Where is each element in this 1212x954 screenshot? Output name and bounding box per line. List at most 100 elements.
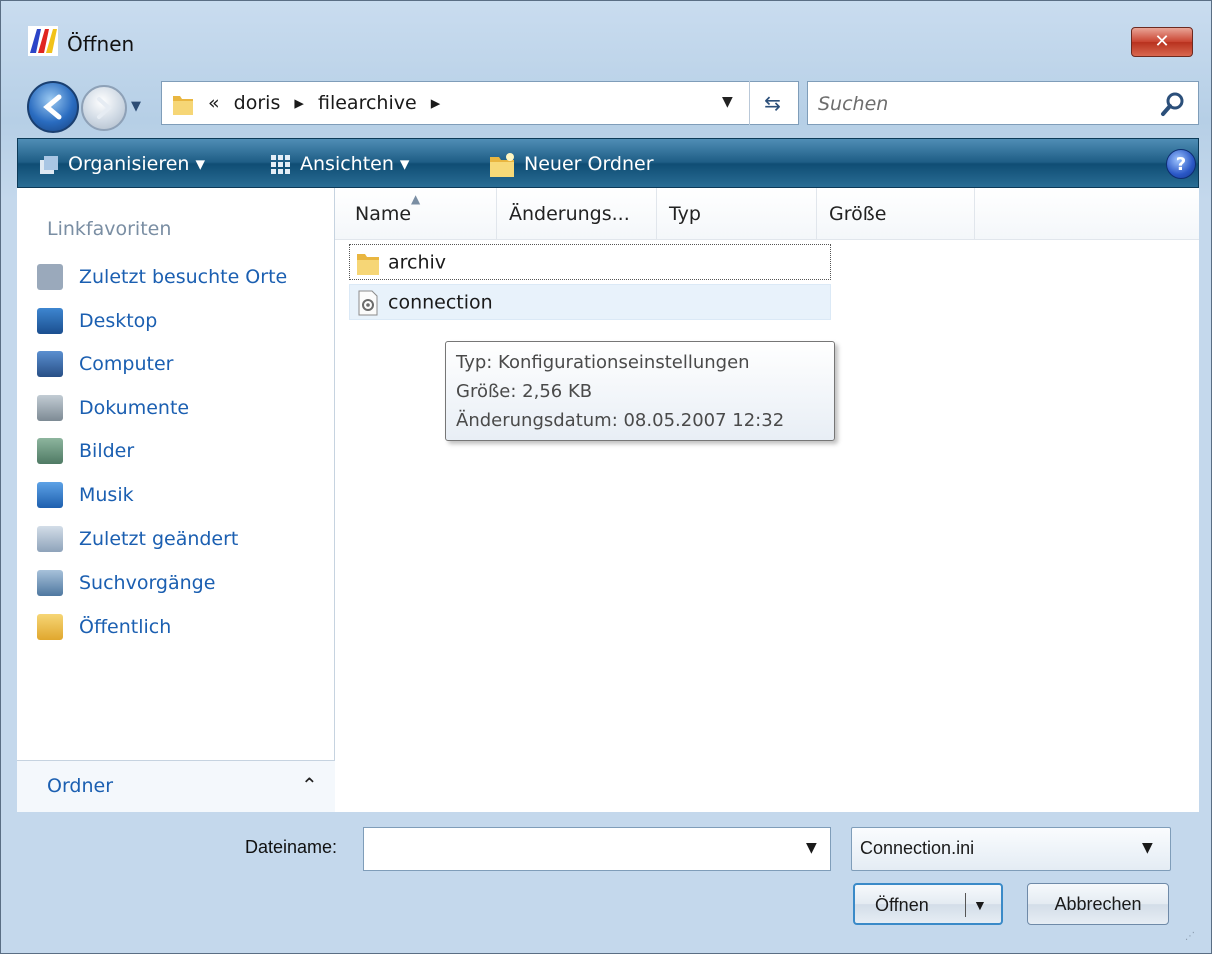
search-icon[interactable] bbox=[1158, 90, 1188, 118]
column-type[interactable]: Typ bbox=[657, 188, 817, 240]
list-item[interactable]: archiv bbox=[349, 244, 831, 280]
split-divider bbox=[965, 893, 966, 917]
music-icon bbox=[37, 482, 63, 508]
close-button[interactable]: ✕ bbox=[1131, 27, 1193, 57]
sidebar-item-recently-changed[interactable]: Zuletzt geändert bbox=[37, 526, 238, 560]
config-file-icon bbox=[358, 290, 378, 315]
sidebar-item-music[interactable]: Musik bbox=[37, 482, 134, 516]
file-info-tooltip: Typ: Konfigurationseinstellungen Größe: … bbox=[445, 341, 835, 441]
sidebar-item-documents[interactable]: Dokumente bbox=[37, 395, 189, 429]
recent-places-icon bbox=[37, 264, 63, 290]
sidebar-item-label: Dokumente bbox=[79, 397, 190, 419]
breadcrumb: « doris ▸ filearchive ▸ bbox=[208, 92, 448, 114]
search-field[interactable] bbox=[807, 81, 1199, 125]
file-type-value: Connection.ini bbox=[860, 838, 975, 858]
sidebar-item-label: Desktop bbox=[79, 310, 158, 332]
sidebar-item-public[interactable]: Öffentlich bbox=[37, 614, 171, 648]
filename-input[interactable] bbox=[370, 834, 790, 864]
filename-combobox[interactable]: ▼ bbox=[363, 827, 831, 871]
help-icon[interactable]: ? bbox=[1166, 149, 1196, 179]
resize-grip-icon[interactable]: ⋰ bbox=[1185, 931, 1203, 949]
sidebar-item-label: Suchvorgänge bbox=[79, 572, 216, 594]
address-dropdown-icon[interactable]: ▼ bbox=[722, 94, 733, 110]
tooltip-type: Typ: Konfigurationseinstellungen bbox=[456, 352, 750, 373]
breadcrumb-separator[interactable]: ▸ bbox=[431, 92, 441, 114]
folder-icon bbox=[173, 96, 193, 115]
new-folder-label: Neuer Ordner bbox=[524, 153, 654, 175]
forward-button[interactable] bbox=[81, 85, 127, 131]
column-name-label: Name bbox=[355, 203, 412, 225]
navigation-pane: Linkfavoriten Zuletzt besuchte Orte Desk… bbox=[17, 188, 335, 812]
file-name: connection bbox=[388, 291, 493, 314]
favorites-header: Linkfavoriten bbox=[47, 218, 172, 240]
pictures-icon bbox=[37, 438, 63, 464]
folder-icon bbox=[357, 253, 379, 275]
searches-icon bbox=[37, 570, 63, 596]
refresh-icon: ⇆ bbox=[764, 91, 781, 115]
forward-arrow-icon bbox=[97, 97, 112, 119]
open-button-label: Öffnen bbox=[875, 895, 929, 915]
file-list: Name ▲ Änderungs... Typ Größe archiv con… bbox=[335, 188, 1199, 812]
breadcrumb-doris[interactable]: doris bbox=[234, 92, 281, 114]
command-toolbar: Organisieren ▾ Ansichten ▾ Neuer Ordner … bbox=[17, 138, 1199, 188]
column-size-label: Größe bbox=[829, 203, 887, 225]
sort-ascending-icon: ▲ bbox=[411, 192, 421, 206]
sidebar-item-label: Zuletzt geändert bbox=[79, 528, 239, 550]
sidebar-item-label: Öffentlich bbox=[79, 616, 172, 638]
file-name: archiv bbox=[388, 251, 447, 274]
views-button[interactable]: Ansichten ▾ bbox=[270, 149, 409, 179]
organize-label: Organisieren ▾ bbox=[68, 153, 206, 175]
chevron-up-icon[interactable]: ⌃ bbox=[301, 773, 318, 797]
column-modified[interactable]: Änderungs... bbox=[497, 188, 657, 240]
open-options-dropdown-icon[interactable]: ▼ bbox=[973, 885, 987, 925]
refresh-button[interactable]: ⇆ bbox=[749, 81, 795, 125]
chevron-down-icon[interactable]: ▼ bbox=[806, 840, 817, 856]
open-file-dialog: Öffnen ✕ ▼ « doris ▸ filearchive ▸ ▼ ⇆ S… bbox=[0, 0, 1212, 954]
sidebar-item-searches[interactable]: Suchvorgänge bbox=[37, 570, 215, 604]
list-item[interactable]: connection bbox=[349, 284, 831, 320]
sidebar-item-label: Zuletzt besuchte Orte bbox=[79, 266, 288, 288]
sidebar-item-pictures[interactable]: Bilder bbox=[37, 438, 134, 472]
search-input[interactable] bbox=[818, 90, 1148, 118]
chevron-down-icon[interactable]: ▼ bbox=[1142, 840, 1153, 856]
back-arrow-icon bbox=[43, 94, 62, 120]
sidebar-item-label: Computer bbox=[79, 353, 174, 375]
breadcrumb-filearchive[interactable]: filearchive bbox=[318, 92, 417, 114]
column-size[interactable]: Größe bbox=[817, 188, 975, 240]
new-folder-button[interactable]: Neuer Ordner bbox=[488, 149, 654, 179]
filename-label: Dateiname: bbox=[245, 837, 338, 857]
new-folder-icon bbox=[490, 152, 514, 177]
sidebar-item-label: Bilder bbox=[79, 440, 135, 462]
sidebar-item-computer[interactable]: Computer bbox=[37, 351, 173, 385]
recently-changed-icon bbox=[37, 526, 63, 552]
organize-button[interactable]: Organisieren ▾ bbox=[38, 149, 205, 179]
window-title: Öffnen bbox=[67, 32, 135, 56]
desktop-icon bbox=[37, 308, 63, 334]
sidebar-item-recent-places[interactable]: Zuletzt besuchte Orte bbox=[37, 264, 287, 298]
cancel-button[interactable]: Abbrechen bbox=[1027, 883, 1169, 925]
open-button[interactable]: Öffnen ▼ bbox=[853, 883, 1003, 925]
computer-icon bbox=[37, 351, 63, 377]
app-icon bbox=[28, 26, 58, 56]
address-bar[interactable]: « doris ▸ filearchive ▸ ▼ bbox=[161, 81, 799, 125]
organize-icon bbox=[40, 155, 58, 174]
folders-label: Ordner bbox=[47, 775, 114, 797]
views-icon bbox=[271, 154, 290, 174]
public-folder-icon bbox=[37, 614, 63, 640]
column-header-row: Name ▲ Änderungs... Typ Größe bbox=[335, 188, 1199, 240]
folders-toggle[interactable]: Ordner ⌃ bbox=[17, 760, 335, 812]
back-button[interactable] bbox=[27, 81, 79, 133]
file-type-select[interactable]: Connection.ini ▼ bbox=[851, 827, 1171, 871]
breadcrumb-overflow[interactable]: « bbox=[208, 92, 220, 114]
documents-icon bbox=[37, 395, 63, 421]
tooltip-modified: Änderungsdatum: 08.05.2007 12:32 bbox=[456, 410, 785, 431]
breadcrumb-separator[interactable]: ▸ bbox=[294, 92, 304, 114]
tooltip-size: Größe: 2,56 KB bbox=[456, 381, 593, 402]
sidebar-item-desktop[interactable]: Desktop bbox=[37, 308, 157, 342]
history-dropdown-icon[interactable]: ▼ bbox=[131, 99, 149, 117]
column-type-label: Typ bbox=[669, 203, 701, 225]
column-modified-label: Änderungs... bbox=[509, 203, 630, 225]
views-label: Ansichten ▾ bbox=[300, 153, 410, 175]
sidebar-item-label: Musik bbox=[79, 484, 134, 506]
title-bar: Öffnen ✕ bbox=[1, 1, 1211, 57]
